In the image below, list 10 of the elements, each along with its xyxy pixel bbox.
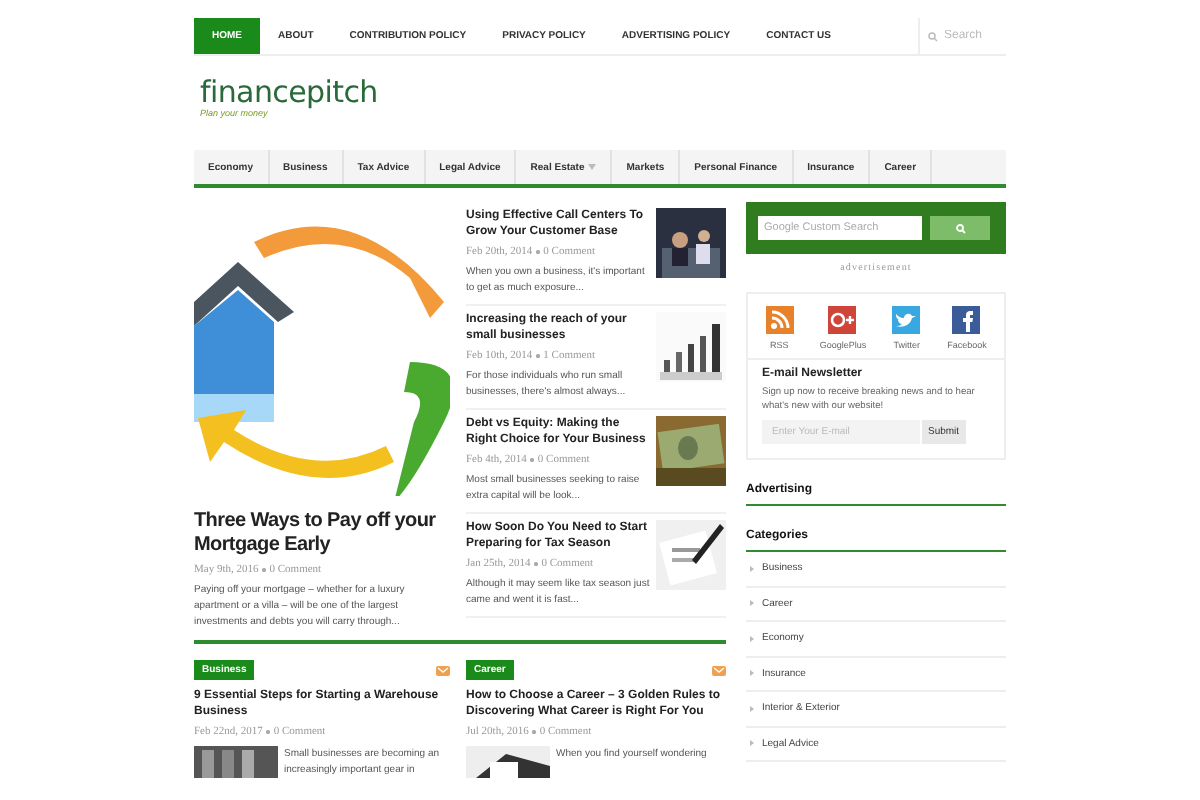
google-plus-icon — [828, 306, 857, 334]
post-title[interactable]: Three Ways to Pay off your Mortgage Early — [194, 510, 450, 558]
bird-icon — [892, 306, 921, 334]
facebook-icon — [952, 306, 981, 334]
rss-icon — [765, 306, 794, 334]
search-button[interactable] — [930, 216, 990, 240]
search-icon — [928, 31, 938, 41]
search-icon — [955, 223, 965, 233]
site-logo[interactable]: financepitch — [200, 78, 1006, 108]
caret-icon — [588, 164, 597, 170]
